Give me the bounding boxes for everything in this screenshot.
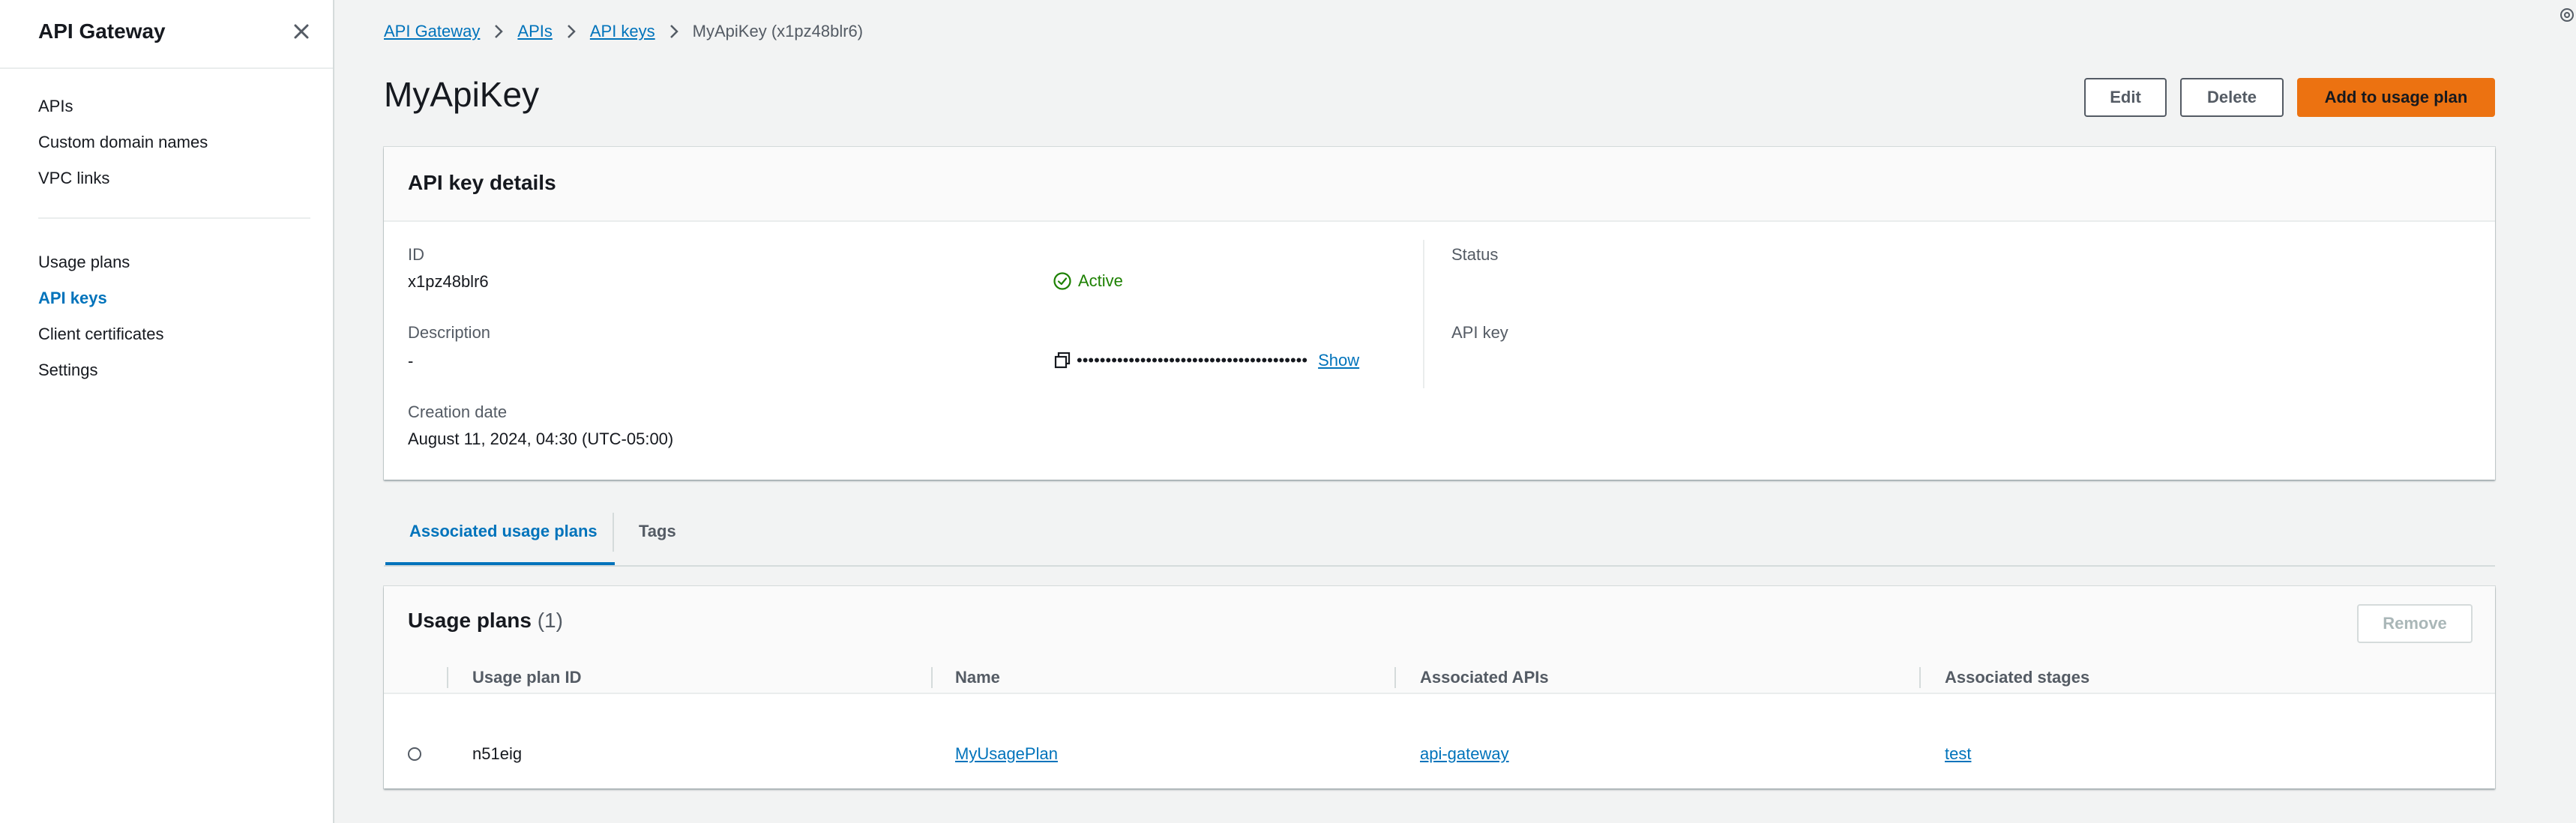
panel-header: API key details — [384, 147, 2495, 222]
chevron-right-icon — [495, 25, 504, 38]
description-value: - — [408, 352, 414, 370]
usage-plans-panel: Usage plans (1) Remove Usage plan ID Nam… — [384, 586, 2495, 789]
add-to-usage-plan-button[interactable]: Add to usage plan — [2297, 78, 2495, 117]
tab-associated-usage-plans[interactable]: Associated usage plans — [385, 507, 615, 565]
sidebar-item-api-keys[interactable]: API keys — [38, 280, 164, 316]
status-value: Active — [1053, 271, 1123, 291]
column-separator — [447, 667, 448, 688]
column-header-usage-plan-id[interactable]: Usage plan ID — [472, 669, 581, 687]
column-separator — [1919, 667, 1921, 688]
tabs: Associated usage plans Tags — [384, 507, 2495, 567]
column-separator — [1394, 667, 1396, 688]
sidebar-item-settings[interactable]: Settings — [38, 352, 164, 388]
usage-plans-title: Usage plans (1) — [408, 607, 563, 634]
delete-button[interactable]: Delete — [2180, 78, 2284, 117]
sidebar: API Gateway APIs Custom domain names VPC… — [0, 0, 334, 823]
creation-date-label: Creation date — [408, 403, 508, 421]
table-header: Usage plan ID Name Associated APIs Assoc… — [384, 661, 2495, 694]
sidebar-title: API Gateway — [38, 19, 166, 43]
id-label: ID — [408, 245, 424, 264]
sidebar-item-vpc-links[interactable]: VPC links — [38, 160, 208, 196]
sidebar-nav-group-main: APIs Custom domain names VPC links — [38, 88, 208, 196]
usage-plan-id-cell: n51eig — [472, 744, 523, 763]
creation-date-value: August 11, 2024, 04:30 (UTC-05:00) — [408, 429, 674, 448]
associated-api-link[interactable]: api-gateway — [1420, 744, 1509, 765]
copy-icon[interactable] — [1053, 351, 1072, 370]
page-title: MyApiKey — [384, 75, 540, 114]
chevron-right-icon — [567, 25, 576, 38]
status-label: Status — [1451, 245, 1499, 264]
column-header-name[interactable]: Name — [955, 669, 1000, 687]
sidebar-item-custom-domain-names[interactable]: Custom domain names — [38, 124, 208, 160]
edit-button[interactable]: Edit — [2084, 78, 2167, 117]
usage-plan-name-link[interactable]: MyUsagePlan — [955, 744, 1058, 765]
breadcrumb-apis[interactable]: APIs — [517, 22, 552, 41]
show-api-key-link[interactable]: Show — [1318, 351, 1359, 370]
column-divider — [1423, 240, 1424, 388]
breadcrumb-api-gateway[interactable]: API Gateway — [384, 22, 480, 41]
associated-stage-link[interactable]: test — [1945, 744, 1971, 765]
description-label: Description — [408, 323, 491, 342]
usage-plans-header: Usage plans (1) Remove — [384, 586, 2495, 661]
sidebar-item-client-certificates[interactable]: Client certificates — [38, 316, 164, 352]
usage-plans-title-text: Usage plans — [408, 609, 532, 632]
sidebar-item-apis[interactable]: APIs — [38, 88, 208, 124]
tab-tags[interactable]: Tags — [639, 507, 699, 565]
api-key-row: ••••••••••••••••••••••••••••••••••••••••… — [1053, 351, 1359, 370]
breadcrumb-api-keys[interactable]: API keys — [590, 22, 655, 41]
status-text: Active — [1078, 271, 1123, 290]
usage-plans-count: (1) — [537, 609, 563, 632]
row-select-radio[interactable] — [408, 747, 421, 761]
sidebar-divider — [38, 217, 310, 219]
column-header-associated-apis[interactable]: Associated APIs — [1420, 669, 1549, 687]
api-key-masked-value: •••••••••••••••••••••••••••••••••••••••• — [1077, 351, 1308, 370]
sidebar-nav-group-secondary: Usage plans API keys Client certificates… — [38, 244, 164, 388]
id-value: x1pz48blr6 — [408, 272, 489, 291]
api-key-details-panel: API key details ID x1pz48blr6 Descriptio… — [384, 147, 2495, 480]
sidebar-item-usage-plans[interactable]: Usage plans — [38, 244, 164, 280]
breadcrumb: API Gateway APIs API keys MyApiKey (x1pz… — [384, 19, 863, 43]
tab-separator — [613, 513, 614, 552]
remove-button[interactable]: Remove — [2357, 604, 2473, 643]
check-circle-icon — [1053, 272, 1071, 290]
breadcrumb-current: MyApiKey (x1pz48blr6) — [692, 22, 864, 40]
sidebar-header: API Gateway — [0, 0, 333, 69]
column-header-associated-stages[interactable]: Associated stages — [1945, 669, 2089, 687]
column-separator — [931, 667, 933, 688]
panel-title: API key details — [408, 171, 556, 194]
chevron-right-icon — [669, 25, 678, 38]
api-key-label: API key — [1451, 323, 1508, 342]
close-icon[interactable] — [286, 16, 316, 46]
settings-icon[interactable] — [2558, 6, 2576, 24]
